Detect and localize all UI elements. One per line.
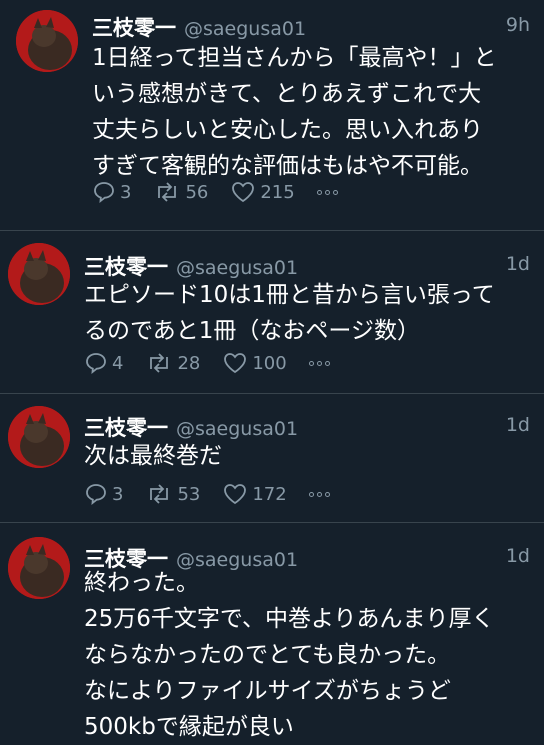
reply-count: 3 [112,483,124,505]
reply-button[interactable]: 4 [84,351,123,375]
tweet-text: 終わった。 25万6千文字で、中巻よりあんまり厚く ならなかったのでとても良かっ… [84,570,495,740]
more-icon[interactable] [308,491,330,497]
tweet-header: 三枝零一 @saegusa01 [92,12,306,42]
reply-icon [86,353,106,374]
retweet-count: 28 [177,352,201,374]
avatar[interactable] [16,10,78,72]
author-handle[interactable]: @saegusa01 [176,418,298,440]
tweet-2[interactable]: 三枝零一 @saegusa01 1d エピソード10は1冊と昔から言い張って るの… [0,231,544,393]
heart-icon [232,182,255,203]
retweet-button[interactable]: 56 [153,180,208,204]
avatar[interactable] [8,406,70,468]
tweet-actions: 4 28 100 [84,351,330,375]
reply-button[interactable]: 3 [92,180,131,204]
author-name[interactable]: 三枝零一 [84,255,168,279]
avatar[interactable] [8,243,70,305]
retweet-count: 56 [185,181,209,203]
like-count: 172 [252,483,287,505]
tweet-3[interactable]: 三枝零一 @saegusa01 1d 次は最終巻だ 3 53 172 [0,394,544,522]
author-handle[interactable]: @saegusa01 [176,257,298,279]
author-name[interactable]: 三枝零一 [84,416,168,440]
avatar[interactable] [8,537,70,599]
retweet-icon [150,353,169,373]
author-handle[interactable]: @saegusa01 [184,18,306,40]
retweet-icon [150,484,169,504]
like-count: 215 [260,181,295,203]
tweet-time[interactable]: 1d [506,414,530,436]
more-icon[interactable] [308,360,330,366]
like-count: 100 [252,352,287,374]
tweet-1[interactable]: 三枝零一 @saegusa01 9h 1日経って担当さんから「最高や！」と いう感… [0,0,544,230]
reply-button[interactable]: 3 [84,482,123,506]
like-button[interactable]: 215 [230,180,295,204]
tweet-text: 1日経って担当さんから「最高や！」と いう感想がきて、とりあえずこれで大 丈夫ら… [92,45,497,179]
tweet-4[interactable]: 三枝零一 @saegusa01 1d 終わった。 25万6千文字で、中巻よりあんま… [0,523,544,740]
reply-icon [86,484,106,505]
tweet-text: エピソード10は1冊と昔から言い張って るのであと1冊（なおページ数） [84,282,495,344]
heart-icon [224,353,247,374]
tweet-actions: 3 56 215 [92,180,338,204]
retweet-count: 53 [177,483,201,505]
reply-icon [94,182,114,203]
retweet-button[interactable]: 28 [145,351,200,375]
author-name[interactable]: 三枝零一 [92,16,176,40]
tweet-time[interactable]: 9h [506,14,530,36]
heart-icon [224,484,247,505]
tweet-actions: 3 53 172 [84,482,330,506]
reply-count: 4 [112,352,124,374]
tweet-time[interactable]: 1d [506,253,530,275]
retweet-button[interactable]: 53 [145,482,200,506]
tweet-text: 次は最終巻だ [84,443,222,469]
retweet-icon [158,182,177,202]
more-icon[interactable] [316,189,338,195]
tweet-time[interactable]: 1d [506,545,530,567]
like-button[interactable]: 172 [222,482,287,506]
reply-count: 3 [120,181,132,203]
like-button[interactable]: 100 [222,351,287,375]
